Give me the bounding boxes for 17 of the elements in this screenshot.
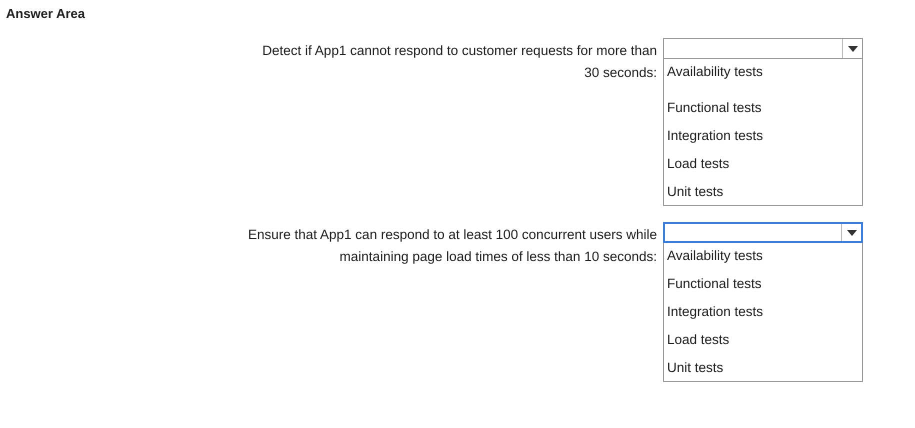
answer-dropdown[interactable]	[663, 38, 863, 59]
option-item[interactable]: Integration tests	[667, 301, 859, 323]
section-title: Answer Area	[6, 5, 85, 23]
option-item[interactable]: Load tests	[667, 329, 859, 351]
question-text: Detect if App1 cannot respond to customer requests for more than	[262, 42, 657, 60]
option-item[interactable]: Functional tests	[667, 97, 859, 119]
option-item[interactable]: Availability tests	[667, 61, 859, 83]
option-item[interactable]: Unit tests	[667, 181, 859, 203]
question-text: maintaining page load times of less than 10 seconds:	[340, 248, 657, 266]
option-item[interactable]: Unit tests	[667, 357, 859, 379]
answer-dropdown[interactable]	[663, 222, 863, 243]
option-item[interactable]: Availability tests	[667, 245, 859, 267]
question-text: 30 seconds:	[584, 64, 657, 82]
question-text: Ensure that App1 can respond to at least 100 concurrent users while	[248, 226, 657, 244]
option-item[interactable]: Functional tests	[667, 273, 859, 295]
option-item[interactable]: Load tests	[667, 153, 859, 175]
option-item[interactable]: Integration tests	[667, 125, 859, 147]
